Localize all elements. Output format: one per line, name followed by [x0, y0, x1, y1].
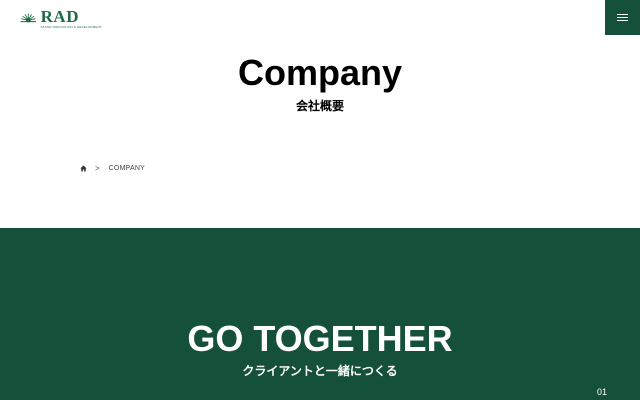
logo-tagline: STAND INNOVATION & DEVELOPMENT — [40, 24, 102, 29]
page-subtitle: 会社概要 — [295, 99, 344, 113]
hamburger-icon-line — [617, 20, 628, 21]
hero-section-number: 01 — [596, 387, 607, 397]
logo-wordmark: RAD — [40, 6, 79, 26]
breadcrumb-separator: > — [95, 163, 100, 173]
sunburst-logo-icon — [20, 13, 37, 23]
home-icon[interactable] — [80, 165, 87, 172]
breadcrumb: > COMPANY — [80, 162, 145, 174]
site-header: RAD STAND INNOVATION & DEVELOPMENT — [0, 0, 640, 36]
menu-button[interactable] — [605, 0, 640, 35]
hamburger-icon-line — [617, 17, 628, 18]
breadcrumb-current: COMPANY — [108, 164, 145, 172]
page-title: Company — [237, 52, 403, 93]
hamburger-icon-line — [617, 14, 628, 15]
hero-section: GO TOGETHER クライアントと一緒につくる 01 — [0, 228, 640, 400]
site-logo[interactable]: RAD STAND INNOVATION & DEVELOPMENT — [20, 6, 102, 30]
hero-subtitle: クライアントと一緒につくる — [242, 364, 398, 378]
hero-title: GO TOGETHER — [187, 318, 453, 359]
